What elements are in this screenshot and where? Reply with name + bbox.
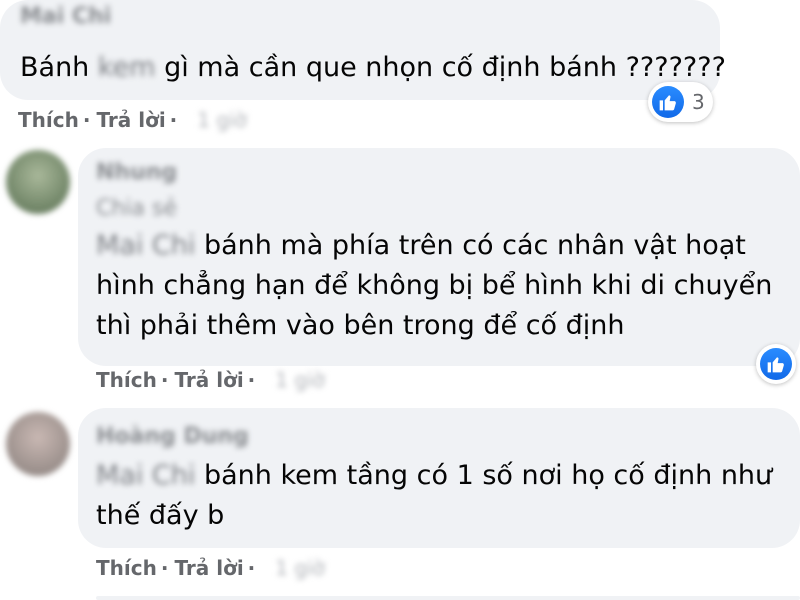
like-link[interactable]: Thích — [96, 368, 157, 392]
reply-link[interactable]: Trả lời — [174, 368, 243, 392]
comment-text-line: thì phải thêm vào bên trong để cố định — [96, 310, 625, 341]
reaction-badge[interactable]: 3 — [648, 82, 713, 122]
comment-thread: Mai Chi Bánh kem gì mà cần que nhọn cố đ… — [0, 0, 800, 600]
separator-dot: · — [160, 368, 169, 392]
separator-dot: · — [247, 556, 256, 580]
comment-text: Mai Chi bánh mà phía trên có các nhân vậ… — [96, 226, 746, 266]
reaction-count: 3 — [692, 90, 705, 114]
blurred-mention[interactable]: Mai Chi — [96, 456, 195, 496]
avatar[interactable] — [6, 150, 70, 214]
comment-subline: Chia sẻ — [96, 196, 177, 221]
comment-text: Mai Chi bánh kem tầng có 1 số nơi họ cố … — [96, 456, 772, 496]
separator-dot: · — [247, 368, 256, 392]
comment-text-line: bánh kem tầng có 1 số nơi họ cố định như — [204, 460, 773, 491]
comment-actions: Thích · Trả lời · 1 giờ — [96, 368, 325, 392]
comment-time[interactable]: 1 giờ — [197, 108, 247, 132]
like-link[interactable]: Thích — [96, 556, 157, 580]
reply-link[interactable]: Trả lời — [96, 108, 165, 132]
comment-actions: Thích · Trả lời · 1 giờ — [18, 108, 247, 132]
like-link[interactable]: Thích — [18, 108, 79, 132]
comment-author[interactable]: Nhung — [96, 160, 177, 185]
separator-dot: · — [82, 108, 91, 132]
comment-time[interactable]: 1 giờ — [275, 556, 325, 580]
comment-text-line: hình chẳng hạn để không bị bể hình khi d… — [96, 270, 773, 301]
comment-time[interactable]: 1 giờ — [275, 368, 325, 392]
comment-text-part: Bánh — [20, 52, 98, 83]
avatar[interactable] — [6, 412, 70, 476]
like-icon — [652, 86, 684, 118]
reply-link[interactable]: Trả lời — [174, 556, 243, 580]
next-comment-edge — [96, 596, 800, 600]
reaction-badge[interactable] — [756, 344, 796, 384]
separator-dot: · — [160, 556, 169, 580]
comment-text-line: bánh mà phía trên có các nhân vật hoạt — [204, 230, 746, 261]
blurred-word: kem — [97, 52, 156, 83]
comment-author[interactable]: Hoàng Dung — [96, 424, 249, 449]
comment-text-part: gì mà cần que nhọn cố định bánh ??????? — [164, 52, 726, 83]
comment-text: Bánh kem gì mà cần que nhọn cố định bánh… — [20, 48, 726, 88]
comment-text-line: thế đấy b — [96, 500, 225, 531]
blurred-mention[interactable]: Mai Chi — [96, 226, 195, 266]
like-icon — [760, 348, 792, 380]
separator-dot: · — [169, 108, 178, 132]
comment-author[interactable]: Mai Chi — [20, 4, 111, 29]
comment-actions: Thích · Trả lời · 1 giờ — [96, 556, 325, 580]
